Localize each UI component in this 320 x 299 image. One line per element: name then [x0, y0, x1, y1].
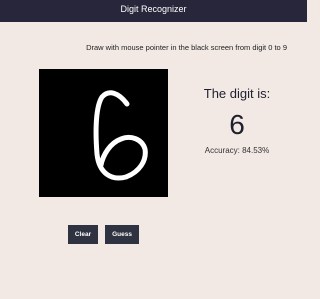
prediction-label: The digit is: — [203, 86, 271, 101]
accuracy-text: Accuracy: 84.53% — [204, 146, 270, 155]
title-bar: Digit Recognizer — [0, 0, 307, 22]
guess-button[interactable]: Guess — [105, 225, 139, 244]
clear-button[interactable]: Clear — [68, 225, 98, 244]
predicted-digit: 6 — [229, 109, 245, 140]
instructions-text: Draw with mouse pointer in the black scr… — [86, 43, 287, 52]
drawing-canvas[interactable] — [39, 69, 168, 197]
handwritten-stroke — [93, 90, 148, 181]
app-title: Digit Recognizer — [120, 4, 187, 14]
prediction-panel: The digit is: 6 Accuracy: 84.53% — [188, 86, 286, 156]
